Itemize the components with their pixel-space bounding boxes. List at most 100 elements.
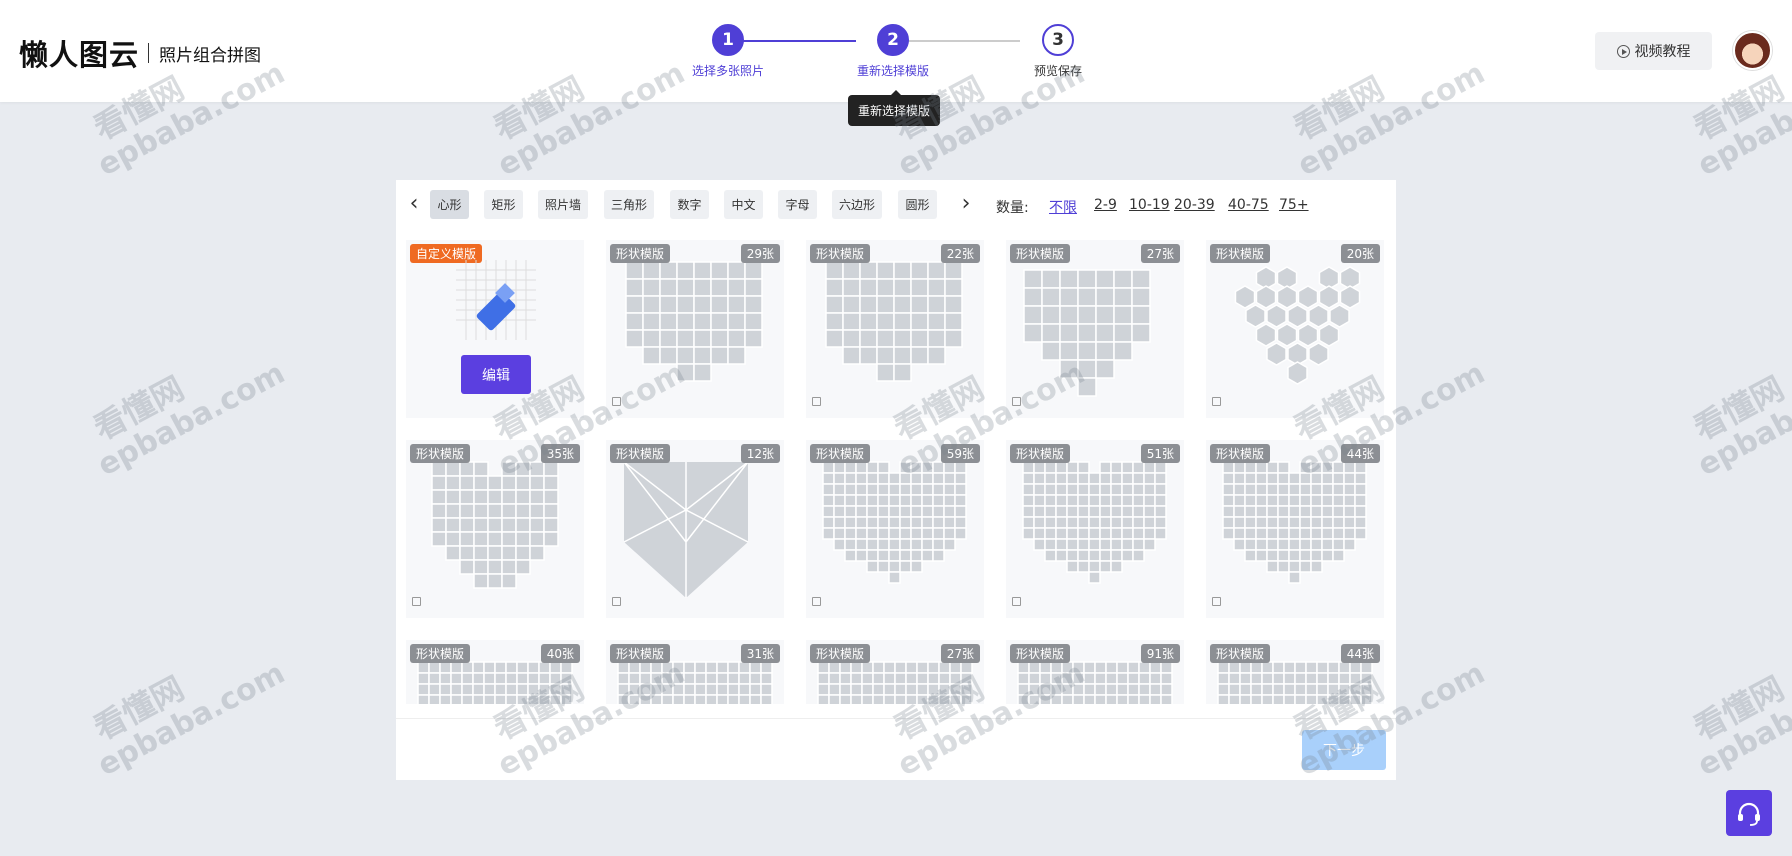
template-card[interactable]: 形状模版 20张 — [1206, 240, 1384, 418]
step-1[interactable]: 1 选择多张照片 — [688, 24, 768, 79]
photo-slot — [1066, 461, 1079, 474]
photo-slot — [487, 559, 503, 575]
category-letter[interactable]: 字母 — [778, 190, 817, 219]
support-chat-button[interactable] — [1726, 790, 1772, 836]
video-tutorial-label: 视频教程 — [1634, 44, 1691, 60]
template-badge: 形状模版 — [610, 644, 671, 663]
chevron-left-icon[interactable]: ‹ — [404, 192, 424, 216]
watermark-line2: epbaba.com — [92, 355, 291, 484]
step-2[interactable]: 2 重新选择模版 — [853, 24, 933, 79]
photo-slot — [501, 461, 517, 477]
category-circle[interactable]: 圆形 — [898, 190, 937, 219]
quantity-label: 数量: — [996, 200, 1029, 216]
photo-slot — [1277, 516, 1290, 529]
photo-slot — [1088, 571, 1101, 584]
photo-slot — [949, 661, 962, 674]
photo-slot — [727, 346, 746, 365]
photo-slot — [676, 261, 695, 280]
photo-slot — [1077, 505, 1090, 518]
photo-slot — [639, 661, 652, 674]
template-card[interactable]: 形状模版 31张 — [606, 640, 784, 704]
photo-slot — [888, 472, 901, 485]
custom-template-card[interactable]: 自定义模版 编辑 — [406, 240, 584, 418]
photo-slot — [839, 672, 852, 685]
photo-slot — [473, 559, 489, 575]
edit-button[interactable]: 编辑 — [461, 355, 531, 394]
logo[interactable]: 懒人图云 照片组合拼图 — [19, 32, 261, 74]
template-card[interactable]: 形状模版 44张 — [1206, 640, 1384, 704]
video-tutorial-button[interactable]: 视频教程 — [1595, 32, 1712, 70]
photo-slot — [1077, 269, 1097, 289]
photo-slot — [825, 295, 844, 314]
photo-slot — [883, 661, 896, 674]
template-card[interactable]: 形状模版 51张 — [1006, 440, 1184, 618]
photo-slot — [905, 672, 918, 685]
photo-slot — [1283, 661, 1296, 674]
photo-slot — [549, 694, 562, 704]
photo-slot — [439, 694, 452, 704]
photo-slot — [825, 278, 844, 297]
category-photo-wall[interactable]: 照片墙 — [538, 190, 588, 219]
avatar[interactable] — [1733, 31, 1772, 70]
template-card[interactable]: 形状模版 44张 — [1206, 440, 1384, 618]
watermark: 看懂网 epbaba.com — [1676, 626, 1792, 784]
photo-slot — [1299, 560, 1312, 573]
template-card[interactable]: 形状模版 12张 — [606, 440, 784, 618]
template-card[interactable]: 形状模版 59张 — [806, 440, 984, 618]
photo-slot — [833, 472, 846, 485]
photo-slot — [505, 672, 518, 685]
template-card[interactable]: 形状模版 22张 — [806, 240, 984, 418]
category-chinese[interactable]: 中文 — [724, 190, 763, 219]
photo-slot — [1239, 661, 1252, 674]
category-hexagon[interactable]: 六边形 — [832, 190, 882, 219]
photo-slot — [1088, 527, 1101, 540]
next-step-button[interactable]: 下一步 — [1302, 730, 1386, 770]
photo-slot — [1160, 683, 1173, 696]
quantity-2-9[interactable]: 2-9 — [1094, 197, 1117, 213]
photo-slot — [483, 672, 496, 685]
heart-shape-preview — [431, 461, 559, 589]
photo-slot — [944, 329, 963, 348]
category-number[interactable]: 数字 — [670, 190, 709, 219]
photo-slot — [1083, 672, 1096, 685]
photo-slot — [1127, 661, 1140, 674]
quantity-40-75[interactable]: 40-75 — [1228, 197, 1269, 213]
template-card[interactable]: 形状模版 27张 — [1006, 240, 1184, 418]
template-card[interactable]: 形状模版 40张 — [406, 640, 584, 704]
logo-divider — [148, 43, 150, 63]
quantity-75-plus[interactable]: 75+ — [1279, 197, 1309, 213]
quantity-10-19[interactable]: 10-19 — [1129, 197, 1170, 213]
quantity-any[interactable]: 不限 — [1049, 197, 1077, 217]
photo-slot — [694, 661, 707, 674]
photo-slot — [888, 527, 901, 540]
photo-slot — [1072, 672, 1085, 685]
category-heart[interactable]: 心形 — [430, 190, 469, 219]
photo-slot — [828, 694, 841, 704]
photo-slot — [1316, 683, 1329, 696]
chevron-right-icon[interactable]: › — [956, 192, 976, 216]
photo-slot — [910, 295, 929, 314]
category-triangle[interactable]: 三角形 — [604, 190, 654, 219]
photo-slot — [428, 661, 441, 674]
photo-slot — [1110, 538, 1123, 551]
photo-slot — [1061, 661, 1074, 674]
quantity-20-39[interactable]: 20-39 — [1174, 197, 1215, 213]
photo-slot — [1160, 661, 1173, 674]
photo-slot — [822, 516, 835, 529]
step-3[interactable]: 3 预览保存 — [1018, 24, 1098, 79]
photo-slot — [431, 517, 447, 533]
template-card[interactable]: 形状模版 91张 — [1006, 640, 1184, 704]
template-card[interactable]: 形状模版 29张 — [606, 240, 784, 418]
photo-slot — [927, 329, 946, 348]
photo-slot — [710, 295, 729, 314]
category-rectangle[interactable]: 矩形 — [484, 190, 523, 219]
template-card[interactable]: 形状模版 27张 — [806, 640, 984, 704]
photo-slot — [866, 560, 879, 573]
photo-slot — [676, 329, 695, 348]
photo-slot — [960, 661, 973, 674]
template-card[interactable]: 形状模版 35张 — [406, 440, 584, 618]
photo-slot — [1233, 461, 1246, 474]
photo-slot — [844, 483, 857, 496]
photo-slot — [1132, 549, 1145, 562]
photo-slot — [938, 661, 951, 674]
